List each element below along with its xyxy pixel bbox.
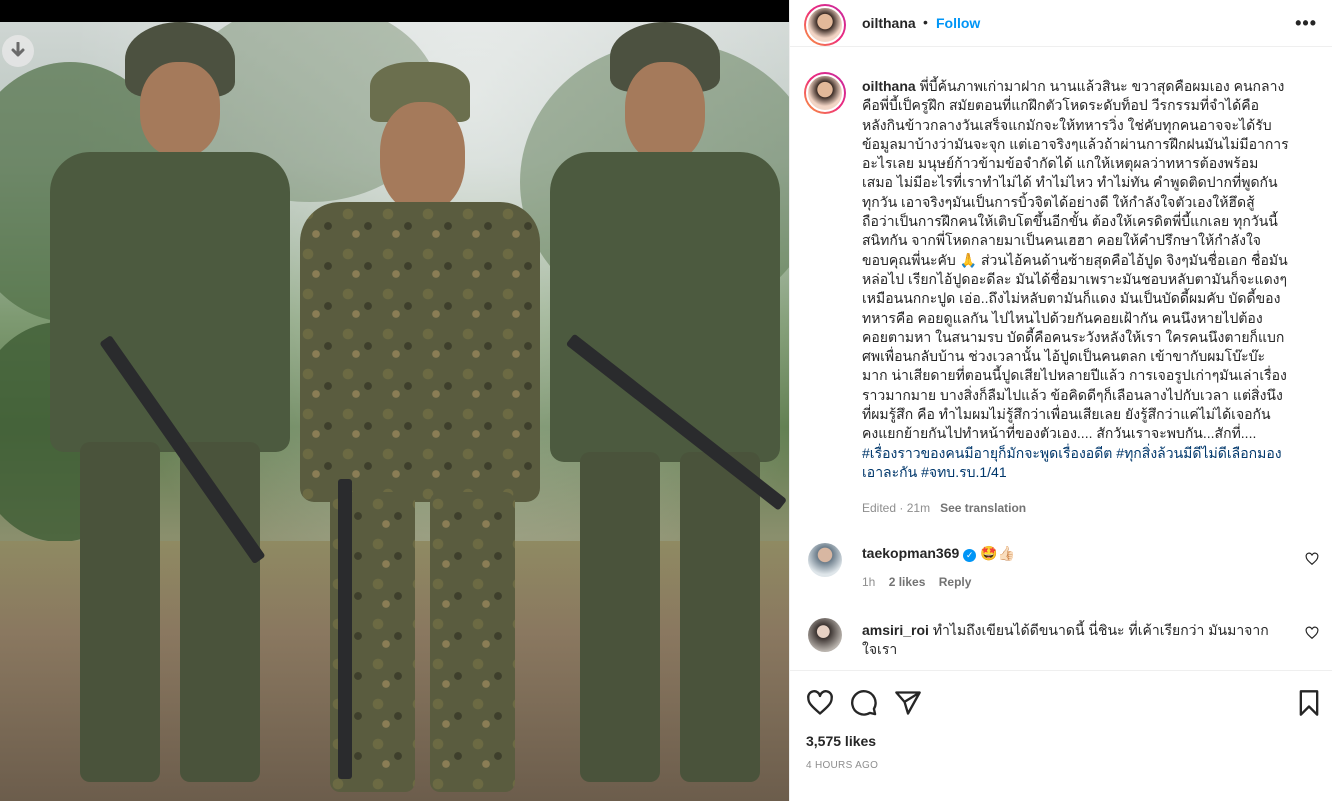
comment-avatar[interactable] [808,543,842,577]
caption-hashtags[interactable]: #เรื่องราวของคนมีอายุก็มักจะพูดเรื่องอดี… [862,445,1282,480]
comment-username[interactable]: taekopman369 [862,545,959,561]
edited-time: 21m [906,501,931,515]
caption-avatar[interactable] [804,72,846,114]
see-translation-link[interactable]: See translation [940,501,1026,515]
post-media[interactable] [0,0,789,801]
comment-meta: 1h 2 likes Reply [862,575,971,589]
post-header: oilthana • Follow ••• [790,0,1332,47]
author-avatar[interactable] [804,4,846,46]
comment-icon[interactable] [850,689,878,717]
post-timestamp[interactable]: 4 HOURS AGO [806,760,878,771]
comment-item: amsiri_roi ทำไมถึงเขียนได้ดีขนาดนี้ นี่ช… [862,621,1307,659]
edited-separator: · [899,501,904,515]
caption-meta: Edited · 21m See translation [862,501,1026,515]
more-icon[interactable]: ••• [1295,14,1317,32]
post-actions: 3,575 likes 4 HOURS AGO [790,670,1332,801]
post-panel: oilthana • Follow ••• oilthana พี่บี้ค้น… [789,0,1332,801]
photo-rifle [338,479,352,779]
caption-username[interactable]: oilthana [862,78,916,94]
share-icon[interactable] [894,689,922,717]
comment-likes[interactable]: 2 likes [889,575,926,589]
comment-time: 1h [862,575,876,589]
post-caption: oilthana พี่บี้ค้นภาพเก่ามาฝาก นานแล้วสิ… [862,77,1310,482]
caption-text: พี่บี้ค้นภาพเก่ามาฝาก นานแล้วสินะ ขวาสุด… [862,78,1289,442]
comment-like-heart-icon[interactable] [1305,626,1319,640]
verified-icon: ✓ [963,549,977,562]
comment-avatar[interactable] [808,618,842,652]
comment-like-heart-icon[interactable] [1305,552,1319,566]
edited-label: Edited [862,501,897,515]
reply-button[interactable]: Reply [939,575,972,589]
header-separator: • [923,14,928,30]
comment-text: 🤩👍🏻 [980,545,1015,561]
comment-item: taekopman369 ✓ 🤩👍🏻 [862,544,1307,563]
likes-count[interactable]: 3,575 likes [806,733,876,749]
author-username[interactable]: oilthana [862,15,916,31]
download-button[interactable] [2,35,34,67]
photo-person-middle [300,52,540,801]
bookmark-icon[interactable] [1295,689,1323,717]
download-icon [11,42,25,57]
comments-scroll-area[interactable]: oilthana พี่บี้ค้นภาพเก่ามาฝาก นานแล้วสิ… [790,48,1332,670]
comment-username[interactable]: amsiri_roi [862,622,929,638]
heart-icon[interactable] [806,689,834,717]
follow-button[interactable]: Follow [936,15,980,31]
post-photo [0,22,789,801]
